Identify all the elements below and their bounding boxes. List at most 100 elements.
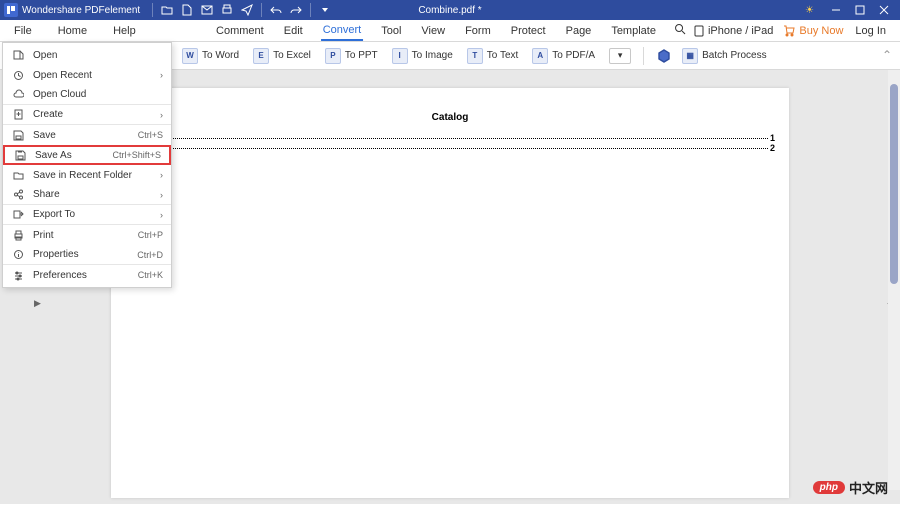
document-heading: Catalog (125, 112, 775, 123)
convert-to-pdfa-button[interactable]: ATo PDF/A (532, 48, 595, 64)
cart-icon (783, 25, 795, 37)
tab-comment[interactable]: Comment (214, 22, 266, 40)
tab-form[interactable]: Form (463, 22, 493, 40)
menu-shortcut: Ctrl+D (137, 250, 163, 260)
submenu-arrow-icon: › (160, 210, 163, 220)
undo-icon[interactable] (267, 1, 285, 19)
cloud-icon (11, 89, 25, 100)
menu-label: Properties (33, 249, 137, 260)
menu-shortcut: Ctrl+Shift+S (112, 150, 161, 160)
tab-template[interactable]: Template (609, 22, 658, 40)
toc-page: 1 (770, 133, 775, 143)
dropdown-icon[interactable] (316, 1, 334, 19)
to-pdfa-label: To PDF/A (552, 50, 595, 61)
menu-item-create[interactable]: Create › (3, 105, 171, 125)
submenu-arrow-icon: › (160, 190, 163, 200)
mail-icon[interactable] (198, 1, 216, 19)
menu-item-open-recent[interactable]: Open Recent › (3, 65, 171, 85)
maximize-button[interactable] (848, 1, 872, 19)
print-icon[interactable] (218, 1, 236, 19)
menu-item-share[interactable]: Share › (3, 185, 171, 205)
separator (152, 3, 153, 17)
menu-item-open-cloud[interactable]: Open Cloud (3, 85, 171, 105)
save-as-icon (13, 150, 27, 161)
menu-item-open[interactable]: Open (3, 45, 171, 65)
menubar: File Home Help Comment Edit Convert Tool… (0, 20, 900, 42)
menu-help[interactable]: Help (111, 22, 138, 40)
close-button[interactable] (872, 1, 896, 19)
buy-label: Buy Now (799, 25, 843, 37)
toolbar-divider (643, 47, 644, 65)
panel-expand-left-icon[interactable]: ▶ (34, 298, 41, 309)
menu-label: Open Cloud (33, 89, 163, 100)
batch-process-button[interactable]: ▦Batch Process (682, 48, 766, 64)
file-menu-dropdown: Open Open Recent › Open Cloud Create › S… (2, 42, 172, 288)
login-button[interactable]: Log In (853, 22, 888, 40)
tab-view[interactable]: View (419, 22, 447, 40)
menu-file[interactable]: File (12, 22, 34, 40)
iphone-ipad-button[interactable]: iPhone / iPad (694, 25, 773, 37)
menu-label: Export To (33, 209, 160, 220)
to-ppt-label: To PPT (345, 50, 378, 61)
theme-icon[interactable]: ☀ (805, 5, 814, 16)
collapse-ribbon-icon[interactable]: ⌃ (882, 48, 892, 62)
tab-protect[interactable]: Protect (509, 22, 548, 40)
vertical-scrollbar[interactable] (888, 70, 900, 490)
file-icon[interactable] (178, 1, 196, 19)
convert-to-ppt-button[interactable]: P To PPT (325, 48, 378, 64)
share-icon (11, 189, 25, 200)
menu-label: Save (33, 130, 138, 141)
document-page: Catalog Backcover 1 Cover 2 (111, 88, 789, 498)
batch-label: Batch Process (702, 50, 766, 61)
menu-label: Save As (35, 150, 112, 161)
to-excel-label: To Excel (273, 50, 311, 61)
export-icon (11, 209, 25, 220)
titlebar: Wondershare PDFelement Combine.pdf * ☀ (0, 0, 900, 20)
menu-label: Open Recent (33, 70, 160, 81)
more-convert-button[interactable]: ▾ (609, 48, 631, 64)
convert-to-excel-button[interactable]: E To Excel (253, 48, 311, 64)
excel-badge-icon: E (253, 48, 269, 64)
menu-item-print[interactable]: Print Ctrl+P (3, 225, 171, 245)
watermark: php 中文网 (813, 478, 888, 497)
menu-item-export-to[interactable]: Export To › (3, 205, 171, 225)
menu-label: Save in Recent Folder (33, 170, 160, 181)
menu-home[interactable]: Home (56, 22, 89, 40)
redo-icon[interactable] (287, 1, 305, 19)
send-icon[interactable] (238, 1, 256, 19)
app-name: Wondershare PDFelement (22, 5, 140, 16)
menu-shortcut: Ctrl+K (138, 270, 163, 280)
open-icon (11, 50, 25, 61)
convert-to-word-button[interactable]: WTo Word (182, 48, 239, 64)
convert-to-image-button[interactable]: ITo Image (392, 48, 453, 64)
tab-convert[interactable]: Convert (321, 21, 364, 41)
save-icon (11, 130, 25, 141)
search-icon[interactable] (674, 23, 686, 38)
menu-item-save[interactable]: Save Ctrl+S (3, 125, 171, 145)
menu-item-properties[interactable]: Properties Ctrl+D (3, 245, 171, 265)
menu-label: Print (33, 230, 138, 241)
iphone-label: iPhone / iPad (708, 25, 773, 37)
image-badge-icon: I (392, 48, 408, 64)
convert-to-text-button[interactable]: TTo Text (467, 48, 519, 64)
tab-edit[interactable]: Edit (282, 22, 305, 40)
menu-item-preferences[interactable]: Preferences Ctrl+K (3, 265, 171, 285)
menu-item-save-recent-folder[interactable]: Save in Recent Folder › (3, 165, 171, 185)
buy-now-button[interactable]: Buy Now (783, 25, 843, 37)
hexagon-icon[interactable] (656, 48, 672, 64)
toc-page: 2 (770, 143, 775, 153)
watermark-text: 中文网 (849, 478, 888, 497)
menu-item-save-as[interactable]: Save As Ctrl+Shift+S (3, 145, 171, 165)
minimize-button[interactable] (824, 1, 848, 19)
menu-label: Create (33, 109, 160, 120)
menu-label: Open (33, 50, 163, 61)
tab-tool[interactable]: Tool (379, 22, 403, 40)
open-folder-icon[interactable] (158, 1, 176, 19)
ppt-badge-icon: P (325, 48, 341, 64)
toc-leader (173, 138, 768, 139)
submenu-arrow-icon: › (160, 170, 163, 180)
preferences-icon (11, 270, 25, 281)
word-badge-icon: W (182, 48, 198, 64)
tab-page[interactable]: Page (564, 22, 594, 40)
scrollbar-thumb[interactable] (890, 84, 898, 284)
